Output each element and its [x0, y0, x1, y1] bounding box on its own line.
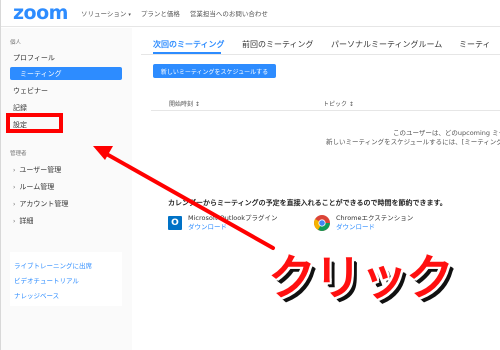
- zoom-web-portal: zoom ソリューション ▾ プランと価格 営業担当へのお問い合わせ 個人 プロフ…: [0, 0, 500, 350]
- click-annotation-label: クリック: [268, 250, 454, 306]
